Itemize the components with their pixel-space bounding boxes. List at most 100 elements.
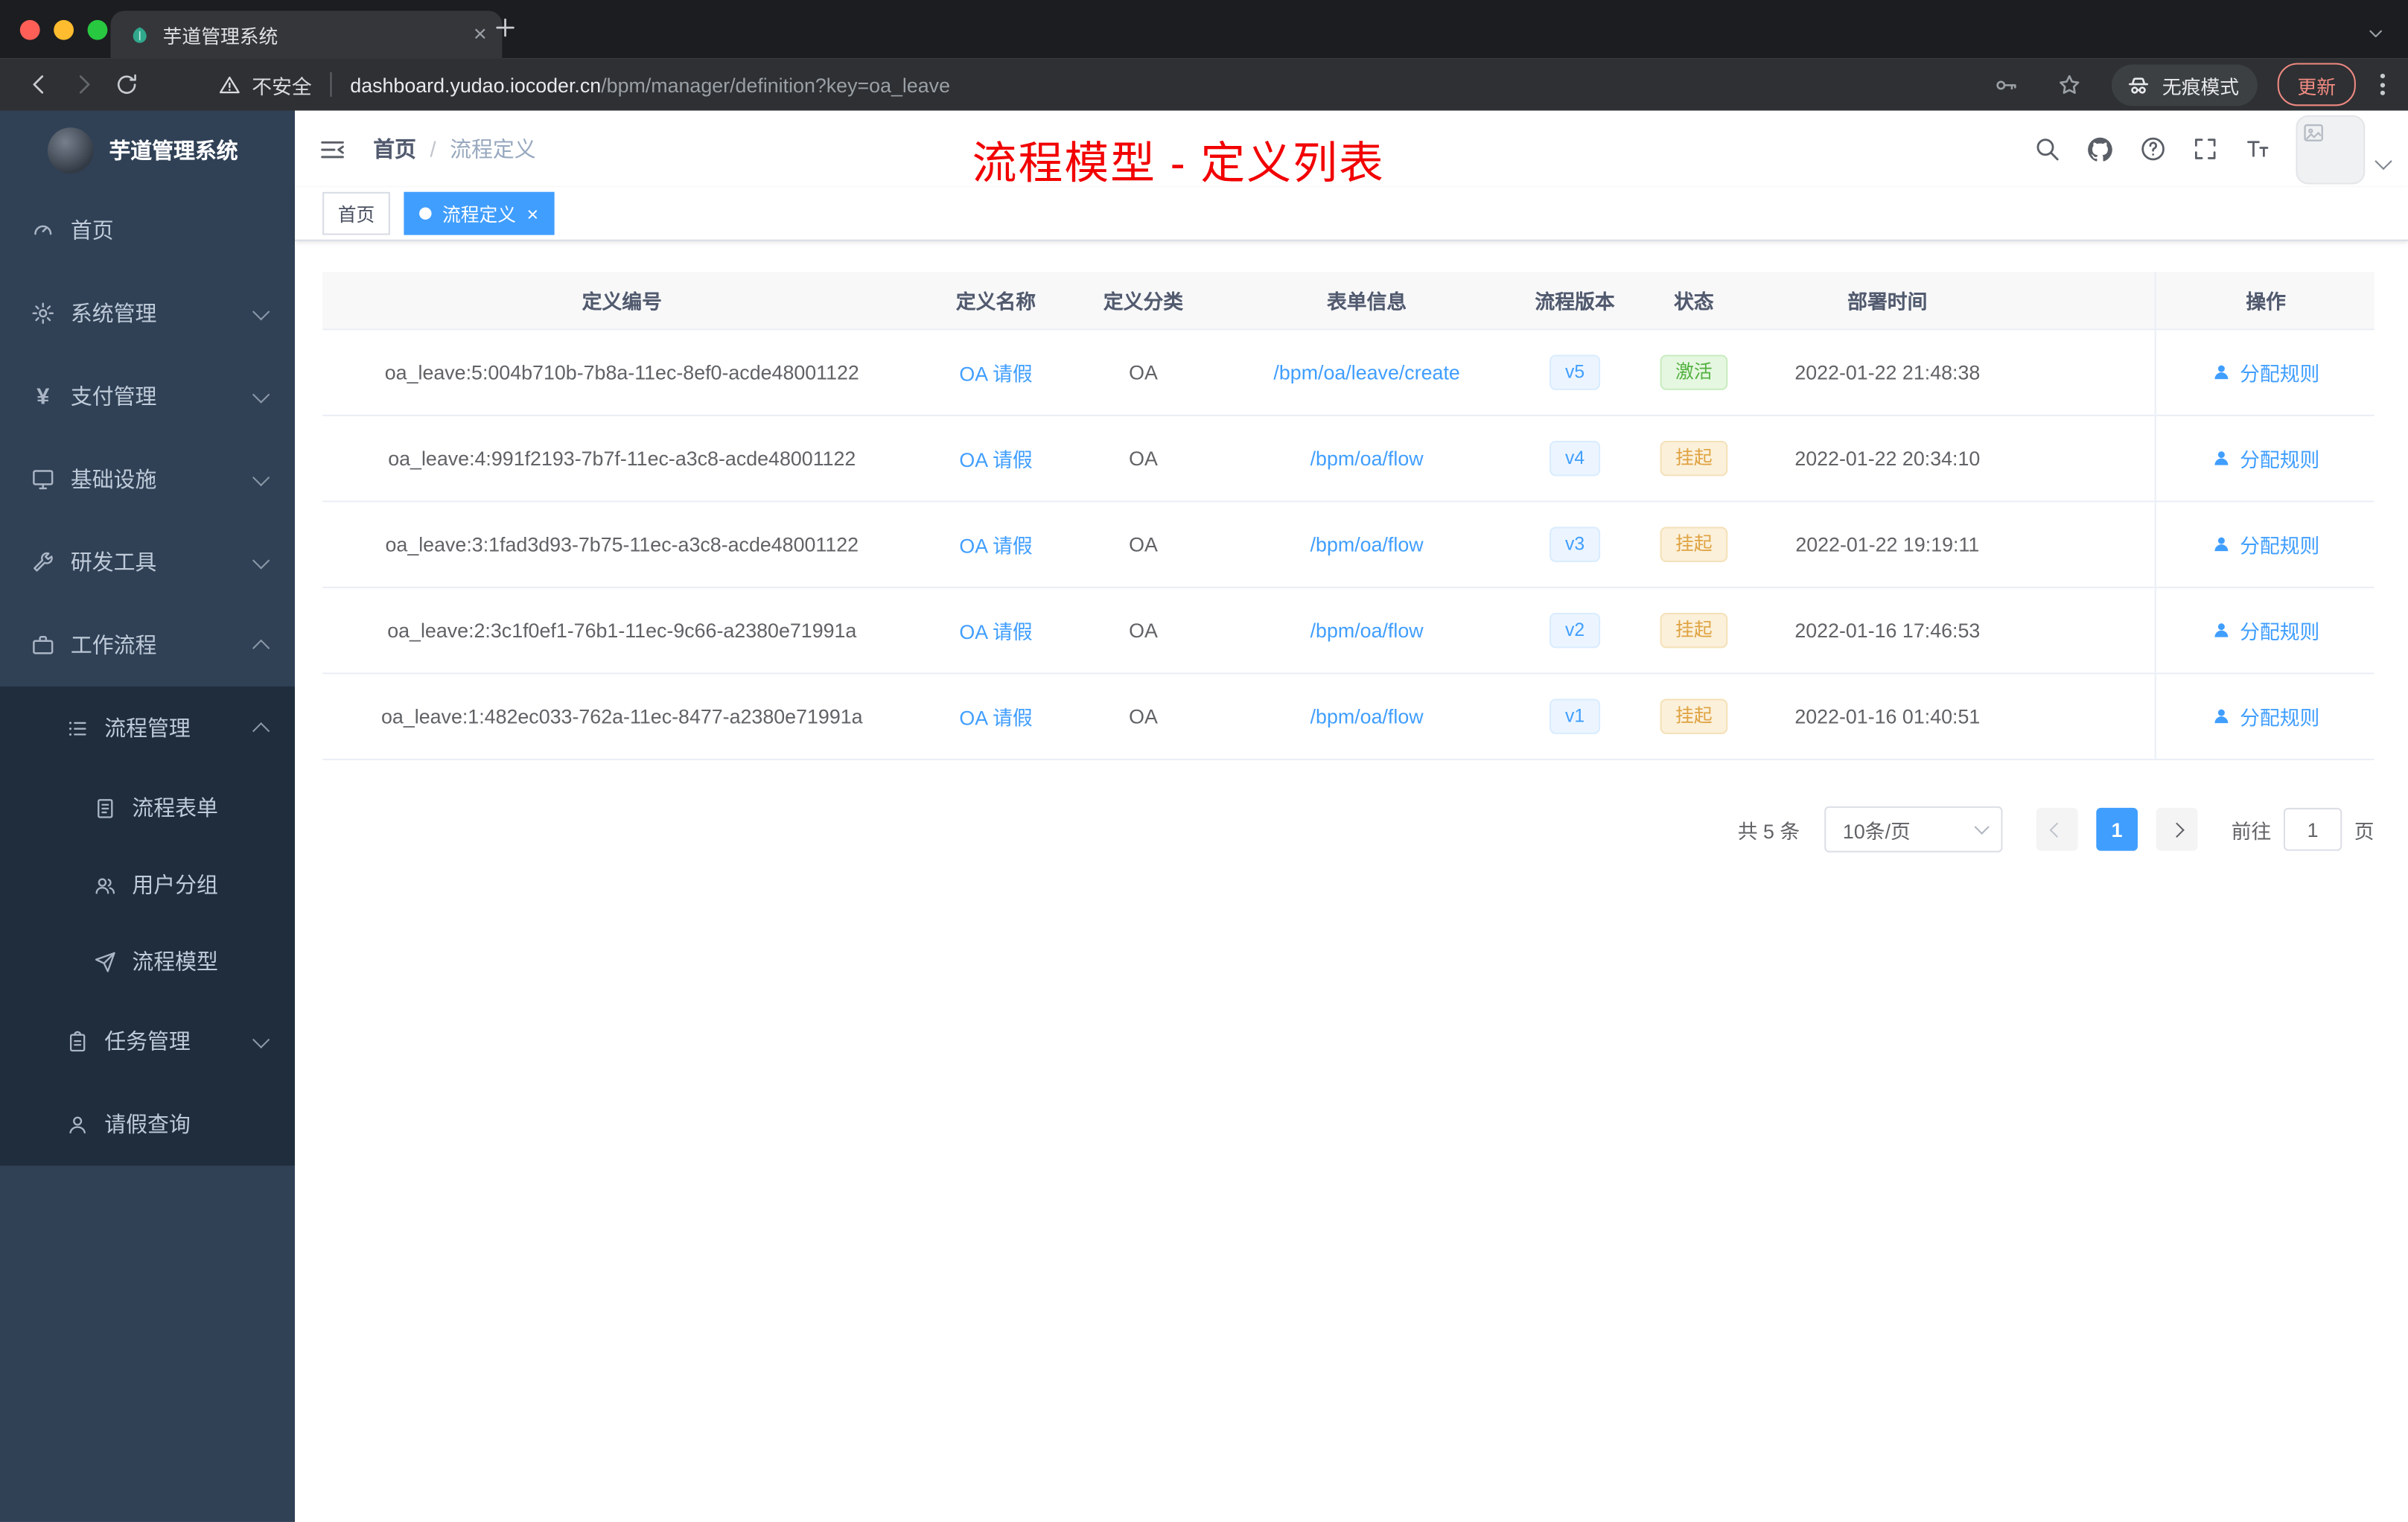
next-page-button[interactable] <box>2156 807 2198 851</box>
table-row: oa_leave:4:991f2193-7b7f-11ec-a3c8-acde4… <box>322 415 2374 503</box>
page-size-select[interactable]: 10条/页 <box>1824 806 2003 853</box>
tab-title: 芋道管理系统 <box>162 26 278 48</box>
sidebar-item-leave-query[interactable]: 请假查询 <box>0 1083 295 1165</box>
breadcrumb-home[interactable]: 首页 <box>373 133 416 164</box>
sidebar-brand: 芋道管理系统 <box>0 111 295 189</box>
forward-button[interactable] <box>62 63 105 106</box>
annotation-title: 流程模型 - 定义列表 <box>972 139 1385 189</box>
sidebar-item-home[interactable]: 首页 <box>0 189 295 272</box>
sidebar-item-process-mgmt[interactable]: 流程管理 <box>0 687 295 769</box>
users-icon <box>88 873 121 897</box>
browser-menu-button[interactable] <box>2376 74 2390 95</box>
assign-rule-link[interactable]: 分配规则 <box>2212 358 2319 387</box>
paper-plane-icon <box>88 950 121 973</box>
cell-deploy-time: 2022-01-22 19:19:11 <box>1795 532 1980 556</box>
form-link[interactable]: /bpm/oa/flow <box>1310 533 1424 556</box>
definition-name-link[interactable]: OA 请假 <box>959 616 1032 645</box>
page-header: 首页 / 流程定义 流程模型 - 定义列表 <box>295 110 2408 189</box>
assign-rule-link[interactable]: 分配规则 <box>2212 444 2319 473</box>
fullscreen-button[interactable] <box>2191 136 2219 163</box>
person-icon <box>2215 537 2229 552</box>
help-button[interactable] <box>2139 136 2167 163</box>
col-deploy-time: 部署时间 <box>1847 290 1928 313</box>
status-badge: 挂起 <box>1660 698 1728 735</box>
tag-home[interactable]: 首页 <box>322 191 390 235</box>
definition-name-link[interactable]: OA 请假 <box>959 358 1032 387</box>
definition-name-link[interactable]: OA 请假 <box>959 530 1032 559</box>
assign-rule-link[interactable]: 分配规则 <box>2212 530 2319 559</box>
avatar-dropdown-caret[interactable] <box>2374 147 2392 175</box>
page-number-button[interactable]: 1 <box>2096 807 2138 851</box>
sidebar-item-payment[interactable]: ¥ 支付管理 <box>0 354 295 437</box>
address-bar[interactable]: dashboard.yudao.iocoder.cn/bpm/manager/d… <box>350 73 1967 96</box>
definition-name-link[interactable]: OA 请假 <box>959 702 1032 731</box>
search-button[interactable] <box>2033 136 2061 163</box>
goto-page-input[interactable] <box>2283 807 2342 851</box>
version-badge: v3 <box>1549 526 1600 563</box>
fullscreen-icon <box>2194 138 2216 159</box>
cell-definition-id: oa_leave:1:482ec033-762a-11ec-8477-a2380… <box>381 704 863 728</box>
pagination: 共 5 条 10条/页 1 前往 页 <box>322 806 2374 853</box>
col-actions: 操作 <box>2154 272 2376 329</box>
reload-icon <box>116 73 136 93</box>
list-icon <box>60 716 93 739</box>
cell-definition-id: oa_leave:2:3c1f0ef1-76b1-11ec-9c66-a2380… <box>387 619 857 643</box>
sidebar-item-workflow[interactable]: 工作流程 <box>0 604 295 687</box>
brand-title: 芋道管理系统 <box>109 137 238 162</box>
password-key-button[interactable] <box>1986 63 2029 106</box>
back-button[interactable] <box>19 63 62 106</box>
browser-tab[interactable]: 芋道管理系统 × <box>110 10 503 59</box>
sidebar-item-user-groups[interactable]: 用户分组 <box>0 846 295 923</box>
sidebar-item-devtools[interactable]: 研发工具 <box>0 520 295 603</box>
sidebar-item-task-mgmt[interactable]: 任务管理 <box>0 1000 295 1083</box>
font-size-button[interactable] <box>2243 136 2271 163</box>
incognito-badge[interactable]: 无痕模式 <box>2111 63 2258 106</box>
form-link[interactable]: /bpm/oa/flow <box>1310 619 1424 642</box>
sidebar-collapse-button[interactable] <box>318 134 347 163</box>
cell-deploy-time: 2022-01-16 01:40:51 <box>1794 704 1981 728</box>
github-button[interactable] <box>2086 134 2115 163</box>
form-link[interactable]: /bpm/oa/leave/create <box>1273 361 1459 384</box>
col-definition-name: 定义名称 <box>955 290 1036 313</box>
tag-process-definition[interactable]: 流程定义 × <box>404 191 554 235</box>
window-zoom-button[interactable] <box>87 19 108 39</box>
document-icon <box>88 796 121 819</box>
assign-rule-link[interactable]: 分配规则 <box>2212 702 2319 731</box>
new-tab-button[interactable] <box>491 14 519 49</box>
navbar-right: 无痕模式 更新 <box>1986 63 2390 106</box>
col-definition-category: 定义分类 <box>1103 290 1184 313</box>
definition-name-link[interactable]: OA 请假 <box>959 444 1032 473</box>
chevron-up-icon <box>252 719 270 740</box>
update-button[interactable]: 更新 <box>2277 63 2356 106</box>
tab-search-button[interactable] <box>2365 23 2386 52</box>
assign-rule-link[interactable]: 分配规则 <box>2212 616 2319 645</box>
tab-favicon-icon <box>133 26 147 42</box>
cell-deploy-time: 2022-01-22 20:34:10 <box>1794 447 1981 471</box>
browser-window: 芋道管理系统 × 不安全 dashboard.yudao.iocoder.cn/… <box>0 0 2408 1522</box>
sidebar-item-system[interactable]: 系统管理 <box>0 272 295 354</box>
tab-close-icon[interactable]: × <box>474 23 487 46</box>
bookmark-button[interactable] <box>2048 63 2092 106</box>
chevron-down-icon <box>1974 819 1990 835</box>
sidebar: 芋道管理系统 首页 系统管理 ¥ 支付管理 基础设施 研发工具 工作流程 流程管… <box>0 110 295 1522</box>
version-badge: v4 <box>1549 440 1600 477</box>
form-link[interactable]: /bpm/oa/flow <box>1310 705 1424 728</box>
reload-button[interactable] <box>104 63 147 106</box>
sidebar-item-process-forms[interactable]: 流程表单 <box>0 769 295 846</box>
version-badge: v2 <box>1549 612 1600 649</box>
window-close-button[interactable] <box>19 19 40 39</box>
user-avatar[interactable] <box>2296 114 2366 184</box>
sidebar-item-infrastructure[interactable]: 基础设施 <box>0 438 295 520</box>
security-indicator[interactable]: 不安全 <box>218 70 312 99</box>
sidebar-item-process-models[interactable]: 流程模型 <box>0 923 295 1000</box>
incognito-icon <box>2128 77 2148 93</box>
window-minimize-button[interactable] <box>54 19 74 39</box>
prev-page-button[interactable] <box>2036 807 2078 851</box>
chevron-right-icon <box>2169 821 2185 837</box>
close-icon[interactable]: × <box>527 203 539 223</box>
form-link[interactable]: /bpm/oa/flow <box>1310 447 1424 470</box>
cell-definition-id: oa_leave:5:004b710b-7b8a-11ec-8ef0-acde4… <box>384 360 859 384</box>
breadcrumb-separator: / <box>430 136 436 162</box>
chevron-left-icon <box>2049 821 2065 837</box>
table-header-row: 定义编号 定义名称 定义分类 表单信息 流程版本 状态 部署时间 操作 <box>322 272 2376 331</box>
